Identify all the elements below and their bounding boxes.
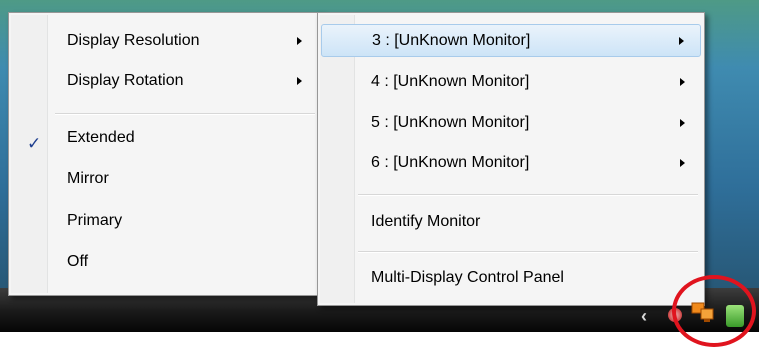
submenu-arrow-icon: [297, 37, 302, 45]
menu-item-label: 5 : [UnKnown Monitor]: [371, 114, 530, 131]
submenu-arrow-icon: [679, 37, 684, 45]
display-context-menu: Display Resolution Display Rotation ✓ Ex…: [8, 12, 322, 296]
submenu-arrow-icon: [680, 78, 685, 86]
menu-item-label: Multi-Display Control Panel: [371, 269, 564, 286]
menu-item-display-resolution[interactable]: Display Resolution: [12, 26, 318, 56]
menu-item-monitor-4[interactable]: 4 : [UnKnown Monitor]: [321, 67, 701, 97]
checkmark-icon: ✓: [27, 134, 42, 153]
menu-item-monitor-6[interactable]: 6 : [UnKnown Monitor]: [321, 148, 701, 178]
menu-separator: [55, 113, 315, 115]
menu-item-label: 6 : [UnKnown Monitor]: [371, 154, 530, 171]
menu-item-monitor-5[interactable]: 5 : [UnKnown Monitor]: [321, 108, 701, 138]
menu-item-label: 3 : [UnKnown Monitor]: [372, 32, 531, 49]
screen-bottom-edge: [0, 332, 759, 338]
menu-item-display-rotation[interactable]: Display Rotation: [12, 66, 318, 96]
submenu-arrow-icon: [680, 119, 685, 127]
highlight-circle-annotation: [672, 275, 756, 347]
menu-item-monitor-3[interactable]: 3 : [UnKnown Monitor]: [321, 24, 701, 57]
show-hidden-icons-chevron-icon[interactable]: ‹: [641, 306, 647, 327]
menu-item-label: Identify Monitor: [371, 213, 481, 230]
menu-item-primary[interactable]: Primary: [12, 206, 318, 236]
menu-item-label: Extended: [67, 129, 135, 146]
menu-item-label: Primary: [67, 212, 123, 229]
primary-monitor-submenu: 3 : [UnKnown Monitor] 4 : [UnKnown Monit…: [317, 12, 705, 306]
menu-item-label: 4 : [UnKnown Monitor]: [371, 73, 530, 90]
menu-item-label: Off: [67, 253, 89, 270]
menu-item-identify-monitor[interactable]: Identify Monitor: [321, 207, 701, 237]
menu-item-extended[interactable]: ✓ Extended: [12, 123, 318, 153]
menu-item-label: Display Rotation: [67, 72, 184, 89]
menu-separator: [358, 251, 698, 253]
menu-item-multi-display-control-panel[interactable]: Multi-Display Control Panel: [321, 263, 701, 293]
submenu-arrow-icon: [680, 159, 685, 167]
submenu-arrow-icon: [297, 77, 302, 85]
menu-item-mirror[interactable]: Mirror: [12, 164, 318, 194]
menu-separator: [358, 194, 698, 196]
menu-item-label: Display Resolution: [67, 32, 200, 49]
menu-item-label: Mirror: [67, 170, 109, 187]
menu-item-off[interactable]: Off: [12, 247, 318, 277]
